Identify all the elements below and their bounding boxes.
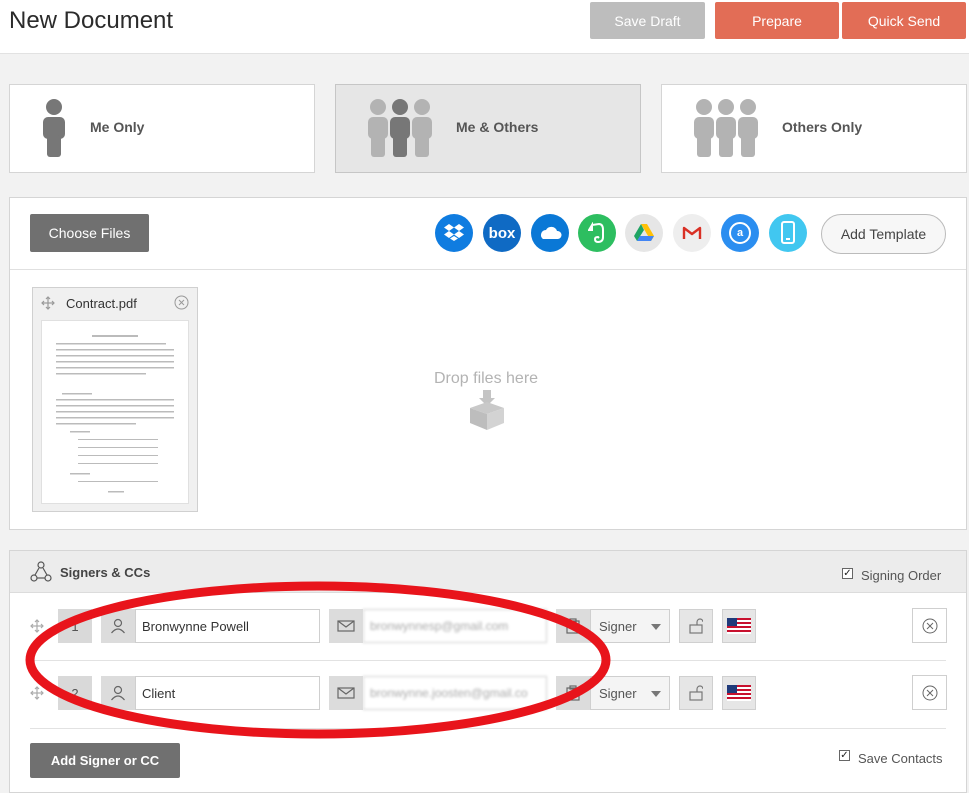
save-draft-button[interactable]: Save Draft bbox=[590, 2, 705, 39]
google-drive-icon[interactable] bbox=[625, 214, 663, 252]
signers-title: Signers & CCs bbox=[60, 565, 151, 580]
people-group-icon bbox=[368, 99, 432, 157]
us-flag-icon bbox=[727, 685, 751, 701]
prepare-button[interactable]: Prepare bbox=[715, 2, 839, 39]
box-icon[interactable]: box bbox=[483, 214, 521, 252]
drop-zone-text: Drop files here bbox=[434, 370, 539, 387]
remove-signer-button[interactable] bbox=[912, 675, 947, 710]
signer-role-select[interactable]: Signer bbox=[590, 676, 670, 710]
email-icon bbox=[329, 676, 363, 710]
signers-panel: Signers & CCs ✓ Signing Order 1 Bronwynn… bbox=[9, 550, 967, 793]
signer-name-input[interactable]: Client bbox=[135, 676, 320, 710]
mode-others-only[interactable]: Others Only bbox=[661, 84, 967, 173]
people-group-icon bbox=[694, 99, 758, 157]
choose-files-button[interactable]: Choose Files bbox=[30, 214, 149, 252]
signers-group-icon bbox=[30, 561, 52, 582]
signer-email-input[interactable]: bronwynnesp@gmail.com bbox=[363, 609, 547, 643]
signer-number: 1 bbox=[58, 609, 92, 643]
email-icon bbox=[329, 609, 363, 643]
language-flag-button[interactable] bbox=[722, 676, 756, 710]
signer-name-input[interactable]: Bronwynne Powell bbox=[135, 609, 320, 643]
person-icon bbox=[43, 99, 65, 157]
lock-button[interactable] bbox=[679, 676, 713, 710]
signer-number: 2 bbox=[58, 676, 92, 710]
onedrive-icon[interactable] bbox=[531, 214, 569, 252]
signers-header: Signers & CCs ✓ Signing Order bbox=[10, 551, 966, 593]
unlock-icon bbox=[689, 685, 703, 701]
file-card[interactable]: Contract.pdf bbox=[32, 287, 198, 512]
mode-label: Me & Others bbox=[456, 119, 539, 135]
save-contacts-label: Save Contacts bbox=[858, 751, 943, 766]
row-divider bbox=[30, 728, 946, 729]
signing-order-checkbox[interactable]: ✓ bbox=[842, 568, 853, 579]
gmail-icon[interactable] bbox=[673, 214, 711, 252]
file-thumbnail bbox=[41, 320, 189, 504]
files-panel: Choose Files box a Add Template Contract… bbox=[9, 197, 967, 530]
svg-text:a: a bbox=[737, 227, 744, 239]
dropbox-icon[interactable] bbox=[435, 214, 473, 252]
us-flag-icon bbox=[727, 618, 751, 634]
move-icon[interactable] bbox=[41, 296, 55, 310]
user-icon bbox=[101, 676, 135, 710]
add-template-button[interactable]: Add Template bbox=[821, 214, 946, 254]
user-icon bbox=[101, 609, 135, 643]
page-title: New Document bbox=[9, 7, 174, 34]
close-icon[interactable] bbox=[174, 295, 189, 310]
unlock-icon bbox=[689, 618, 703, 634]
role-label: Signer bbox=[599, 619, 637, 634]
drag-handle-icon[interactable] bbox=[30, 619, 44, 633]
lock-button[interactable] bbox=[679, 609, 713, 643]
signer-email-input[interactable]: bronwynne.joosten@gmail.co bbox=[363, 676, 547, 710]
evernote-icon[interactable] bbox=[578, 214, 616, 252]
row-divider bbox=[30, 660, 946, 661]
mode-me-others[interactable]: Me & Others bbox=[335, 84, 641, 173]
amazon-icon[interactable]: a bbox=[721, 214, 759, 252]
file-name: Contract.pdf bbox=[66, 296, 137, 311]
drop-box-icon bbox=[470, 390, 504, 430]
close-icon bbox=[922, 618, 937, 633]
clipboard-icon bbox=[556, 609, 590, 643]
remove-signer-button[interactable] bbox=[912, 608, 947, 643]
clipboard-icon bbox=[556, 676, 590, 710]
role-label: Signer bbox=[599, 686, 637, 701]
mode-label: Others Only bbox=[782, 119, 863, 135]
top-bar: New Document Save Draft Prepare Quick Se… bbox=[0, 0, 969, 54]
mode-me-only[interactable]: Me Only bbox=[9, 84, 315, 173]
quick-send-button[interactable]: Quick Send bbox=[842, 2, 966, 39]
device-icon[interactable] bbox=[769, 214, 807, 252]
chevron-down-icon bbox=[651, 624, 661, 630]
drag-handle-icon[interactable] bbox=[30, 686, 44, 700]
save-contacts-checkbox[interactable]: ✓ bbox=[839, 750, 850, 761]
language-flag-button[interactable] bbox=[722, 609, 756, 643]
chevron-down-icon bbox=[651, 691, 661, 697]
signing-order-label: Signing Order bbox=[861, 568, 942, 583]
add-signer-button[interactable]: Add Signer or CC bbox=[30, 743, 180, 778]
files-toolbar: Choose Files box a Add Template bbox=[10, 198, 966, 270]
mode-label: Me Only bbox=[90, 119, 145, 135]
signer-role-select[interactable]: Signer bbox=[590, 609, 670, 643]
close-icon bbox=[922, 685, 937, 700]
